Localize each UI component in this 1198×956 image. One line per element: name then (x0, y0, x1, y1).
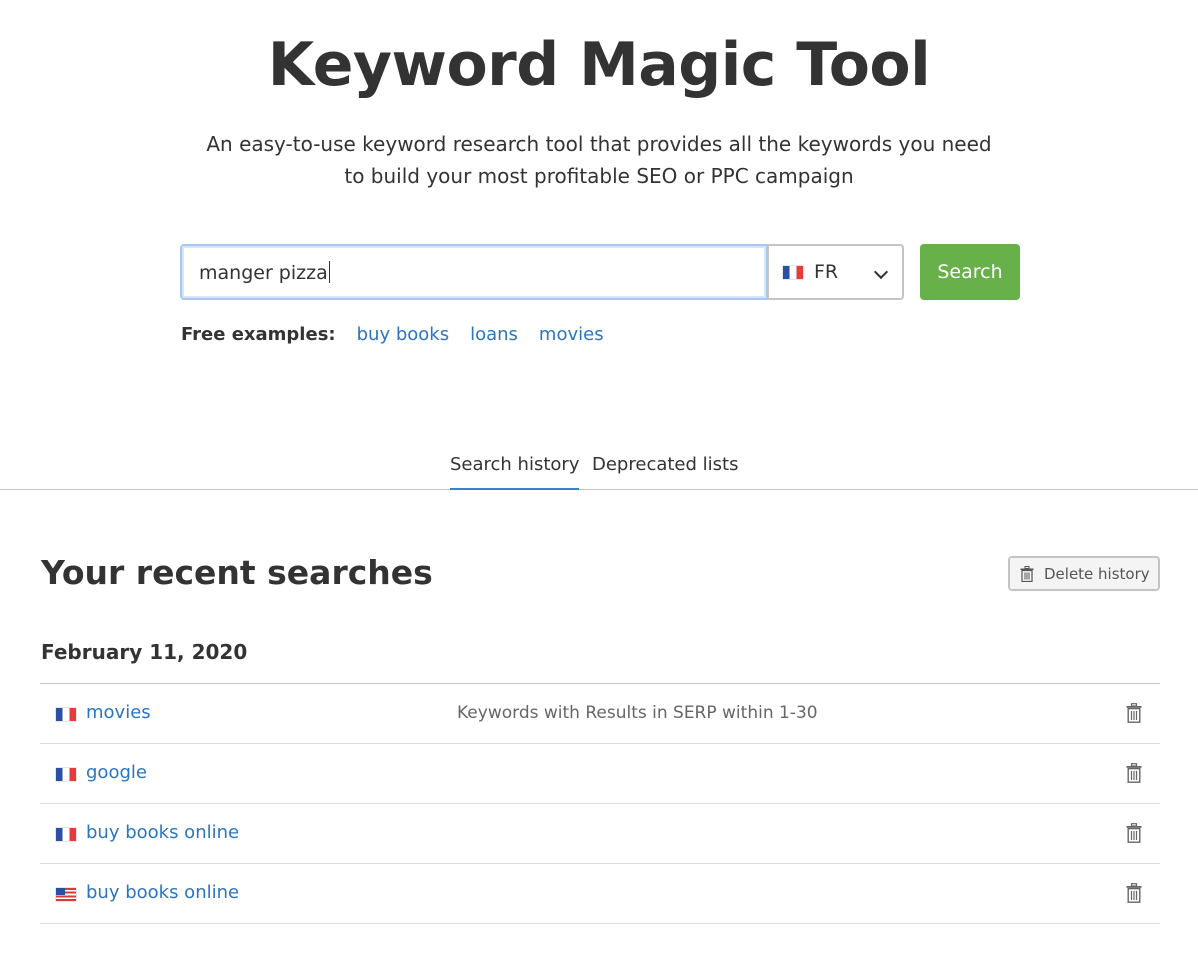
keyword-search-input[interactable]: manger pizza (180, 244, 768, 300)
example-link-buy-books[interactable]: buy books (357, 324, 449, 345)
page-title: Keyword Magic Tool (267, 30, 931, 100)
history-date-heading: February 11, 2020 (41, 640, 248, 664)
tab-search-history[interactable]: Search history (450, 454, 580, 490)
subtitle-line-1: An easy-to-use keyword research tool tha… (206, 132, 992, 156)
search-input-value: manger pizza (199, 261, 328, 284)
history-row: google (40, 744, 1160, 804)
delete-row-trash-icon[interactable] (1126, 823, 1142, 843)
history-row: buy books online (40, 864, 1160, 924)
country-code: FR (814, 261, 839, 283)
delete-row-trash-icon[interactable] (1126, 703, 1142, 723)
history-keyword-link[interactable]: google (86, 762, 147, 783)
search-button[interactable]: Search (920, 244, 1020, 300)
history-row: movies Keywords with Results in SERP wit… (40, 684, 1160, 744)
flag-fr-icon (56, 768, 76, 781)
history-list: movies Keywords with Results in SERP wit… (40, 683, 1160, 924)
example-link-movies[interactable]: movies (539, 324, 604, 345)
country-database-select[interactable]: FR (768, 244, 904, 300)
flag-fr-icon (56, 708, 76, 721)
recent-searches-title: Your recent searches (41, 553, 433, 592)
page-subtitle: An easy-to-use keyword research tool tha… (0, 128, 1198, 192)
free-examples: Free examples: buy books loans movies (181, 324, 625, 345)
delete-history-button[interactable]: Delete history (1008, 556, 1160, 591)
history-filter-text: Keywords with Results in SERP within 1-3… (457, 703, 818, 723)
subtitle-line-2: to build your most profitable SEO or PPC… (344, 164, 854, 188)
delete-row-trash-icon[interactable] (1126, 763, 1142, 783)
delete-history-label: Delete history (1044, 564, 1150, 583)
chevron-down-icon (873, 264, 889, 280)
example-link-loans[interactable]: loans (470, 324, 518, 345)
history-keyword-link[interactable]: movies (86, 702, 151, 723)
history-keyword-link[interactable]: buy books online (86, 822, 239, 843)
trash-icon (1020, 565, 1034, 582)
flag-fr-icon (56, 828, 76, 841)
history-row: buy books online (40, 804, 1160, 864)
flag-fr-icon (783, 265, 803, 279)
delete-row-trash-icon[interactable] (1126, 883, 1142, 903)
history-keyword-link[interactable]: buy books online (86, 882, 239, 903)
flag-us-icon (56, 888, 76, 901)
free-examples-label: Free examples: (181, 324, 336, 345)
tab-deprecated-lists[interactable]: Deprecated lists (592, 454, 738, 490)
history-tabs: Search history Deprecated lists (0, 452, 1198, 490)
